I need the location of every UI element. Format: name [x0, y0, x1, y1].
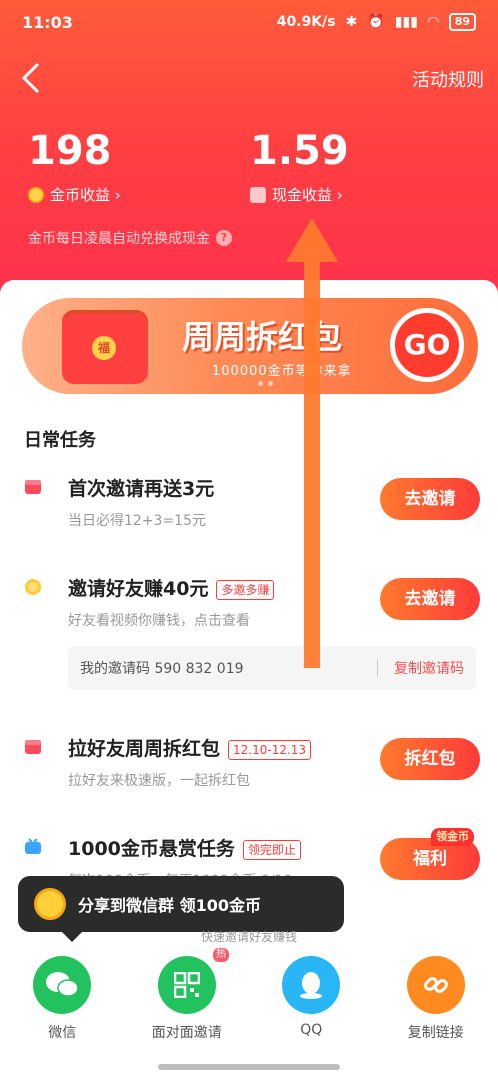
- coin-earnings-label: 金币收益 ›: [50, 186, 121, 204]
- status-bar: 11:03 40.9K/s ✱ ⏰ ▮▮▮ ◠ 89: [0, 0, 498, 44]
- task-desc: 拉好友来极速版，一起拆红包: [68, 773, 250, 789]
- daily-tasks-title: 日常任务: [24, 430, 96, 451]
- wifi-icon: ◠: [427, 14, 439, 30]
- task-title: 拉好友周周拆红包 12.10-12.13: [68, 734, 312, 761]
- share-label: 复制链接: [407, 1025, 464, 1041]
- banner-subtitle: 100000金币等你来拿: [212, 364, 352, 379]
- red-envelope-icon: 福: [62, 310, 148, 384]
- coin-icon: [28, 186, 44, 203]
- help-icon[interactable]: ?: [216, 230, 232, 246]
- signal-icon: ▮▮▮: [394, 14, 418, 30]
- share-label: QQ: [300, 1022, 323, 1038]
- coin-earnings-value: 198: [28, 128, 112, 174]
- status-time: 11:03: [22, 12, 73, 32]
- share-label: 面对面邀请: [151, 1025, 222, 1041]
- tv-icon: [24, 838, 42, 856]
- share-qq[interactable]: QQ: [249, 956, 374, 1056]
- coin-icon: [24, 578, 42, 596]
- back-button[interactable]: [18, 60, 46, 96]
- chevron-left-icon: [21, 62, 40, 94]
- copy-invite-code-button[interactable]: 复制邀请码: [394, 658, 464, 678]
- task-tag: 领完即止: [242, 839, 301, 860]
- task-title: 邀请好友赚40元 多邀多赚: [68, 574, 275, 601]
- bluetooth-icon: ✱: [345, 14, 358, 30]
- nav-bar: 活动规则: [0, 56, 498, 100]
- share-face-to-face[interactable]: 热 面对面邀请: [125, 948, 250, 1056]
- alarm-icon: ⏰: [367, 14, 385, 30]
- cash-icon: [250, 186, 266, 203]
- wechat-icon: [33, 956, 92, 1014]
- link-icon: [406, 956, 465, 1014]
- main-content: 福 周周拆红包 100000金币等你来拿 GO 日常任务 首次邀请再送3元 当日…: [0, 280, 498, 1080]
- activity-rules-link[interactable]: 活动规则: [412, 66, 484, 92]
- cash-earnings-label: 现金收益 ›: [272, 186, 343, 204]
- invite-button[interactable]: 去邀请: [380, 478, 480, 520]
- banner-title: 周周拆红包: [182, 318, 343, 356]
- invite-code: 我的邀请码 590 832 019: [80, 661, 244, 677]
- redpacket-icon: [24, 738, 42, 756]
- banner-pager: [258, 381, 273, 386]
- exchange-note: 金币每日凌晨自动兑换成现金 ?: [28, 228, 232, 248]
- welfare-badge: 领金币: [431, 828, 474, 846]
- exchange-note-text: 金币每日凌晨自动兑换成现金: [28, 231, 210, 247]
- home-indicator: [158, 1064, 340, 1070]
- share-options: 微信 热 面对面邀请 QQ 复制链接: [0, 948, 498, 1056]
- task-title: 首次邀请再送3元: [68, 478, 215, 500]
- weekly-redpacket-banner[interactable]: 福 周周拆红包 100000金币等你来拿 GO: [22, 298, 478, 394]
- task-desc: 好友看视频你赚钱，点击查看: [68, 613, 250, 629]
- task-tag: 12.10-12.13: [228, 739, 312, 760]
- task-title: 1000金币悬赏任务 领完即止: [68, 834, 301, 861]
- share-copy-link[interactable]: 复制链接: [374, 956, 498, 1056]
- cash-earnings-value: 1.59: [250, 128, 349, 174]
- network-speed: 40.9K/s: [276, 14, 336, 30]
- invite-code-row: 我的邀请码 590 832 019 复制邀请码: [68, 646, 476, 690]
- redpacket-icon: [24, 478, 42, 496]
- cash-earnings[interactable]: 1.59 现金收益 ›: [250, 128, 349, 205]
- share-wechat[interactable]: 微信: [0, 956, 125, 1056]
- task-desc: 当日必得12+3=15元: [68, 513, 206, 529]
- toast-text: 分享到微信群 领100金币: [78, 896, 261, 915]
- welfare-button[interactable]: 福利 领金币: [380, 828, 480, 880]
- invite-button[interactable]: 去邀请: [380, 578, 480, 620]
- coin-icon: [34, 888, 66, 920]
- task-tag: 多邀多赚: [216, 579, 275, 600]
- qq-icon: [282, 956, 341, 1014]
- battery-icon: 89: [448, 13, 476, 31]
- qrcode-icon: [157, 956, 216, 1014]
- go-button[interactable]: GO: [390, 308, 464, 382]
- coin-earnings[interactable]: 198 金币收益 ›: [28, 128, 121, 205]
- open-redpacket-button[interactable]: 拆红包: [380, 738, 480, 780]
- hot-badge: 热: [213, 948, 229, 962]
- share-toast: 分享到微信群 领100金币: [18, 876, 344, 942]
- share-label: 微信: [48, 1025, 77, 1041]
- share-hint: 快速邀请好友赚钱: [200, 930, 297, 944]
